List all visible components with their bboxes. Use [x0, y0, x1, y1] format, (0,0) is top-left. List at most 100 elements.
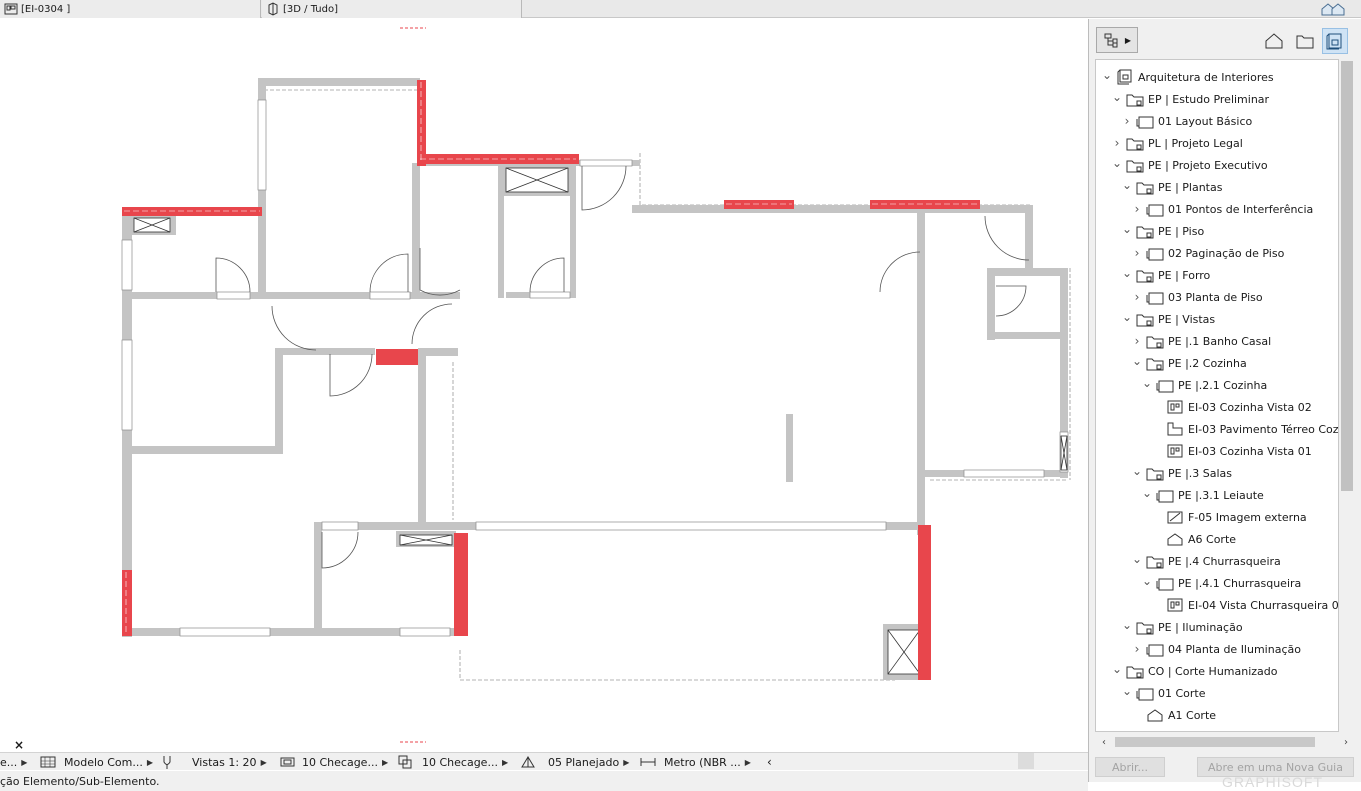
- tree-vertical-scrollbar[interactable]: [1339, 59, 1355, 732]
- tree-item-label: EI-03 Cozinha Vista 02: [1188, 400, 1312, 414]
- scroll-left-icon[interactable]: ‹: [767, 755, 772, 769]
- layout-book-button[interactable]: [1322, 28, 1348, 54]
- quick-option-partial[interactable]: e... ▶: [0, 753, 27, 771]
- tree-item[interactable]: ⌄ EP | Estudo Preliminar: [1096, 88, 1338, 110]
- chevron-down-icon[interactable]: ⌄: [1122, 310, 1132, 324]
- tree-item[interactable]: ⌄ PE | Piso: [1096, 220, 1338, 242]
- tree-item[interactable]: A1 Corte: [1096, 704, 1338, 726]
- chevron-down-icon[interactable]: ⌄: [1112, 662, 1122, 676]
- tab-layout-ei-0304[interactable]: [EI-0304 ]: [0, 0, 261, 18]
- quick-option-pen-set[interactable]: Vistas 1: 20 ▶: [160, 753, 267, 771]
- chevron-down-icon[interactable]: ⌄: [1132, 464, 1142, 478]
- tree-item[interactable]: ⌄ PE | Iluminação: [1096, 616, 1338, 638]
- quick-option-renovation-filter[interactable]: 05 Planejado ▶: [520, 753, 629, 771]
- tree-item[interactable]: › 04 Planta de Iluminação: [1096, 638, 1338, 660]
- tree-item[interactable]: ⌄ PE |.2.1 Cozinha: [1096, 374, 1338, 396]
- tree-item[interactable]: EI-04 Vista Churrasqueira 01: [1096, 594, 1338, 616]
- tree-item-label: 03 Planta de Piso: [1168, 290, 1263, 304]
- chevron-right-icon[interactable]: ›: [1132, 202, 1142, 216]
- scrollbar-thumb[interactable]: [1115, 737, 1315, 747]
- layout-tree[interactable]: ⌄ Arquitetura de Interiores ⌄ EP | Estudo P…: [1095, 59, 1339, 732]
- tree-item[interactable]: ⌄ PE |.3 Salas: [1096, 462, 1338, 484]
- chevron-down-icon[interactable]: ⌄: [1112, 156, 1122, 170]
- chevron-down-icon[interactable]: ⌄: [1122, 178, 1132, 192]
- chevron-down-icon[interactable]: ⌄: [1142, 376, 1152, 390]
- tree-item[interactable]: EI-03 Pavimento Térreo Cozinha: [1096, 418, 1338, 440]
- view-map-button[interactable]: [1292, 28, 1318, 54]
- tree-item[interactable]: F-05 Imagem externa: [1096, 506, 1338, 528]
- tree-item-label: EI-03 Cozinha Vista 01: [1188, 444, 1312, 458]
- chevron-down-icon[interactable]: ⌄: [1132, 552, 1142, 566]
- view-map-icon: [1296, 35, 1314, 49]
- chevron-down-icon[interactable]: ⌄: [1102, 68, 1112, 82]
- home-view-icon[interactable]: [1319, 1, 1347, 17]
- scroll-right-icon[interactable]: ›: [1339, 733, 1353, 751]
- wall: [275, 348, 283, 452]
- tree-item[interactable]: ⌄ Arquitetura de Interiores: [1096, 66, 1338, 88]
- tree-item[interactable]: › 02 Paginação de Piso: [1096, 242, 1338, 264]
- quick-option-layer-combination[interactable]: 10 Checage... ▶: [280, 753, 388, 771]
- quick-option-graphic-override[interactable]: 10 Checage... ▶: [398, 753, 508, 771]
- chevron-down-icon[interactable]: ⌄: [1142, 486, 1152, 500]
- drawing-canvas[interactable]: [0, 19, 1088, 752]
- canvas-scroll-thumb[interactable]: [1018, 753, 1034, 769]
- close-icon[interactable]: ×: [14, 738, 26, 752]
- navigator-panel: ▶ ⌄ Arquitetura de Interiores ⌄ EP | Estudo…: [1088, 19, 1361, 782]
- chevron-right-icon: ▶: [381, 757, 389, 767]
- tree-item[interactable]: ⌄ PE | Vistas: [1096, 308, 1338, 330]
- chevron-right-icon[interactable]: ›: [1132, 334, 1142, 348]
- tree-item[interactable]: › 01 Layout Básico: [1096, 110, 1338, 132]
- chevron-right-icon[interactable]: ›: [1122, 114, 1132, 128]
- tree-item-label: F-05 Imagem externa: [1188, 510, 1307, 524]
- chevron-down-icon[interactable]: ⌄: [1122, 222, 1132, 236]
- layout-sheet-icon: [4, 3, 18, 15]
- chevron-right-icon[interactable]: ›: [1132, 290, 1142, 304]
- chevron-down-icon[interactable]: ⌄: [1112, 90, 1122, 104]
- tree-item-label: PE | Vistas: [1158, 312, 1216, 326]
- scroll-left-icon[interactable]: ‹: [1097, 733, 1111, 751]
- wall: [1025, 205, 1033, 273]
- chevron-down-icon[interactable]: ⌄: [1122, 618, 1132, 632]
- tree-item[interactable]: › 03 Planta de Piso: [1096, 286, 1338, 308]
- chevron-right-icon[interactable]: ›: [1112, 136, 1122, 150]
- tree-item[interactable]: ⌄ PE | Projeto Executivo: [1096, 154, 1338, 176]
- chevron-right-icon[interactable]: ›: [1132, 642, 1142, 656]
- wall: [987, 332, 1067, 339]
- tree-item[interactable]: › PE |.1 Banho Casal: [1096, 330, 1338, 352]
- navigator-map-dropdown[interactable]: ▶: [1096, 27, 1138, 53]
- tree-item[interactable]: EI-03 Cozinha Vista 01: [1096, 440, 1338, 462]
- chevron-down-icon[interactable]: ⌄: [1132, 354, 1142, 368]
- tree-item[interactable]: ⌄ PE | Plantas: [1096, 176, 1338, 198]
- tree-item-label: 01 Pontos de Interferência: [1168, 202, 1314, 216]
- tree-item[interactable]: ⌄ PE |.4 Churrasqueira: [1096, 550, 1338, 572]
- quick-option-model-view[interactable]: Modelo Com... ▶: [40, 753, 153, 771]
- subset-folder-icon: [1126, 138, 1144, 151]
- tree-horizontal-scrollbar[interactable]: ‹ ›: [1095, 733, 1348, 751]
- tree-item[interactable]: ⌄ PE |.4.1 Churrasqueira: [1096, 572, 1338, 594]
- quick-option-dimension-standard[interactable]: Metro (NBR ... ▶ ‹: [640, 753, 772, 771]
- chevron-down-icon[interactable]: ⌄: [1122, 266, 1132, 280]
- tree-item[interactable]: EI-03 Cozinha Vista 02: [1096, 396, 1338, 418]
- tree-item-label: PE | Forro: [1158, 268, 1211, 282]
- chevron-down-icon[interactable]: ⌄: [1142, 574, 1152, 588]
- chevron-right-icon[interactable]: ›: [1132, 246, 1142, 260]
- tree-item[interactable]: ⌄ CO | Corte Humanizado: [1096, 660, 1338, 682]
- tree-item[interactable]: A2 Corte: [1096, 726, 1338, 732]
- chevron-down-icon[interactable]: ⌄: [1122, 684, 1132, 698]
- tree-item[interactable]: A6 Corte: [1096, 528, 1338, 550]
- tree-item[interactable]: › PL | Projeto Legal: [1096, 132, 1338, 154]
- image-drawing-icon: [1167, 511, 1183, 524]
- project-map-button[interactable]: [1261, 28, 1287, 54]
- tree-item[interactable]: ⌄ PE |.3.1 Leiaute: [1096, 484, 1338, 506]
- floor-plan-drawing: [121, 27, 1071, 743]
- tab-3d-tudo[interactable]: [3D / Tudo]: [262, 0, 522, 18]
- master-layout-icon: [1136, 116, 1154, 129]
- tree-item[interactable]: ⌄ 01 Corte: [1096, 682, 1338, 704]
- tree-item[interactable]: ⌄ PE | Forro: [1096, 264, 1338, 286]
- tree-item[interactable]: ⌄ PE |.2 Cozinha: [1096, 352, 1338, 374]
- open-button[interactable]: Abrir...: [1095, 757, 1165, 777]
- scrollbar-thumb[interactable]: [1341, 61, 1353, 491]
- tree-item[interactable]: › 01 Pontos de Interferência: [1096, 198, 1338, 220]
